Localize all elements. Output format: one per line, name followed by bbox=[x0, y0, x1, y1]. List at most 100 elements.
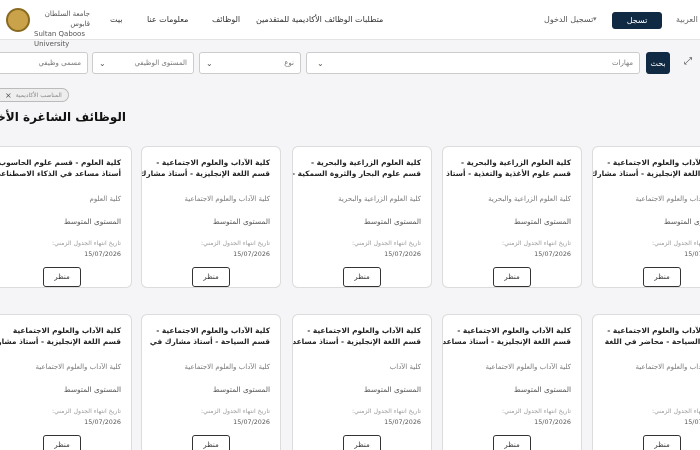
deadline-label: تاريخ انتهاء الجدول الزمني: bbox=[352, 240, 421, 247]
job-title-line1: كلية العلوم الزراعية والبحرية - bbox=[310, 158, 421, 167]
job-level: دخول bbox=[603, 385, 700, 394]
job-level: المستوى المتوسط bbox=[63, 217, 121, 226]
job-title-line2: قسم علوم البحار والثروة السمكية - bbox=[292, 169, 421, 178]
nav-home[interactable]: بيت bbox=[110, 15, 123, 24]
chevron-down-icon[interactable]: ▾ bbox=[593, 15, 597, 23]
deadline-label: تاريخ انتهاء الجدول الزمني: bbox=[52, 240, 121, 247]
job-title[interactable]: كلية الآداب والعلوم الاجتماعية - قسم اللغ… bbox=[443, 325, 571, 349]
job-title-line1: كلية الآداب والعلوم الاجتماعية - bbox=[156, 158, 270, 167]
job-college: كلية العلوم الزراعية والبحرية bbox=[488, 195, 571, 203]
nav-about[interactable]: معلومات عنا bbox=[147, 15, 188, 24]
search-filter-bar: مسمى وظيفي ⌄ المستوى الوظيفي ⌄ نوع ⌄ مها… bbox=[0, 52, 700, 76]
job-title-line2: قسم اللغة الإنجليزية - أستاذ مشارك bbox=[0, 337, 121, 346]
job-college: كلية الآداب والعلوم الاجتماعية bbox=[184, 363, 270, 371]
job-card[interactable]: كلية العلوم الزراعية والبحرية - قسم علوم … bbox=[442, 146, 582, 288]
deadline-label: تاريخ انتهاء الجدول الزمني: bbox=[201, 408, 270, 415]
job-type-placeholder: نوع bbox=[284, 59, 294, 67]
job-title-line1: كلية الآداب والعلوم الاجتماعية - bbox=[457, 326, 571, 335]
job-card[interactable]: كلية الآداب والعلوم الاجتماعية - قسم السي… bbox=[141, 314, 281, 450]
language-switch[interactable]: العربية bbox=[676, 15, 698, 24]
job-card[interactable]: كلية الآداب والعلوم الاجتماعية - قسم اللغ… bbox=[592, 146, 700, 288]
job-title-line2: قسم السياحة - أستاذ مشارك في bbox=[149, 337, 270, 346]
job-card[interactable]: كلية الآداب والعلوم الاجتماعية - قسم اللغ… bbox=[292, 314, 432, 450]
job-title[interactable]: كلية العلوم الزراعية والبحرية - قسم علوم … bbox=[446, 157, 571, 181]
chevron-down-icon: ⌄ bbox=[99, 59, 106, 68]
job-college: كلية الآداب والعلوم الاجتماعية bbox=[184, 195, 270, 203]
job-title[interactable]: كلية الآداب والعلوم الاجتماعية قسم اللغة … bbox=[0, 325, 121, 349]
view-button[interactable]: منظر bbox=[343, 267, 381, 287]
chevron-down-icon: ⌄ bbox=[206, 59, 213, 68]
deadline-date: 15/07/2026 bbox=[384, 250, 421, 258]
skills-placeholder: مهارات bbox=[611, 59, 633, 67]
job-card[interactable]: كلية الآداب والعلوم الاجتماعية - قسم اللغ… bbox=[442, 314, 582, 450]
deadline-label: تاريخ انتهاء الجدول الزمني: bbox=[652, 408, 700, 415]
job-type-select[interactable]: ⌄ نوع bbox=[199, 52, 301, 74]
job-level-placeholder: المستوى الوظيفي bbox=[134, 59, 187, 67]
job-title-line2: قسم اللغة الإنجليزية - أستاذ مشارك bbox=[592, 169, 700, 178]
job-title-placeholder: مسمى وظيفي bbox=[38, 59, 81, 67]
job-title[interactable]: كلية الآداب والعلوم الاجتماعية - قسم اللغ… bbox=[592, 157, 700, 181]
filter-chip[interactable]: المناصب الأكاديمية × bbox=[0, 88, 69, 102]
job-title-line2: قسم علوم الأغذية والتغذية - أستاذ bbox=[446, 169, 571, 178]
signup-button[interactable]: تسجل bbox=[612, 12, 662, 29]
login-link[interactable]: تسجيل الدخول bbox=[544, 15, 593, 24]
job-level: المستوى المتوسط bbox=[513, 217, 571, 226]
job-title-line1: كلية الآداب والعلوم الاجتماعية - bbox=[607, 326, 700, 335]
view-button[interactable]: منظر bbox=[43, 435, 81, 450]
job-title[interactable]: كلية العلوم الزراعية والبحرية - قسم علوم … bbox=[292, 157, 421, 181]
chevron-down-icon: ⌄ bbox=[317, 59, 324, 68]
deadline-label: تاريخ انتهاء الجدول الزمني: bbox=[502, 408, 571, 415]
job-college: كلية العلوم bbox=[89, 195, 121, 203]
view-button[interactable]: منظر bbox=[643, 267, 681, 287]
view-button[interactable]: منظر bbox=[192, 435, 230, 450]
job-title-line1: كلية الآداب والعلوم الاجتماعية - bbox=[156, 326, 270, 335]
job-title-line1: كلية الآداب والعلوم الاجتماعية bbox=[12, 326, 121, 335]
job-level: المستوى المتوسط bbox=[212, 385, 270, 394]
deadline-label: تاريخ انتهاء الجدول الزمني: bbox=[201, 240, 270, 247]
job-level: المستوى المتوسط bbox=[513, 385, 571, 394]
skills-input[interactable]: ⌄ مهارات bbox=[306, 52, 640, 74]
view-button[interactable]: منظر bbox=[343, 435, 381, 450]
deadline-date: 15/07/2026 bbox=[534, 250, 571, 258]
view-button[interactable]: منظر bbox=[493, 267, 531, 287]
deadline-date: 15/07/2026 bbox=[84, 418, 121, 426]
view-button[interactable]: منظر bbox=[192, 267, 230, 287]
logo-text: جامعة السلطان قابوس Sultan Qaboos Univer… bbox=[34, 10, 90, 48]
nav-jobs[interactable]: الوظائف bbox=[212, 15, 240, 24]
job-card[interactable]: كلية العلوم - قسم علوم الحاسوب - أستاذ مس… bbox=[0, 146, 132, 288]
view-button[interactable]: منظر bbox=[43, 267, 81, 287]
close-icon[interactable]: × bbox=[5, 91, 12, 100]
job-college: كلية الآداب والعلوم الاجتماعية bbox=[485, 363, 571, 371]
nav-requirements[interactable]: متطلبات الوظائف الأكاديمية للمتقدمين bbox=[256, 15, 383, 24]
view-button[interactable]: منظر bbox=[493, 435, 531, 450]
job-card[interactable]: كلية الآداب والعلوم الاجتماعية - قسم اللغ… bbox=[141, 146, 281, 288]
search-button[interactable]: بحث bbox=[646, 52, 670, 74]
job-title-line2: قسم اللغة الإنجليزية - أستاذ مساعد bbox=[292, 337, 421, 346]
job-title-line1: كلية الآداب والعلوم الاجتماعية - bbox=[607, 158, 700, 167]
job-title[interactable]: كلية الآداب والعلوم الاجتماعية - قسم السي… bbox=[149, 325, 270, 349]
university-logo[interactable] bbox=[6, 8, 30, 32]
filter-chip-label: المناصب الأكاديمية bbox=[15, 91, 62, 99]
job-college: كلية الآداب bbox=[389, 363, 421, 371]
job-card[interactable]: كلية الآداب والعلوم الاجتماعية - قسم السي… bbox=[592, 314, 700, 450]
page-title: الوظائف الشاغرة الأخيرة bbox=[0, 110, 126, 124]
job-level: المستوى المتوسط bbox=[212, 217, 270, 226]
job-college: كلية الآداب والعلوم الاجتماعية bbox=[635, 363, 700, 371]
job-card[interactable]: كلية الآداب والعلوم الاجتماعية قسم اللغة … bbox=[0, 314, 132, 450]
job-title[interactable]: كلية الآداب والعلوم الاجتماعية - قسم السي… bbox=[603, 325, 700, 349]
expand-icon[interactable]: ⤢ bbox=[684, 56, 692, 67]
job-card[interactable]: كلية العلوم الزراعية والبحرية - قسم علوم … bbox=[292, 146, 432, 288]
job-title[interactable]: كلية الآداب والعلوم الاجتماعية - قسم اللغ… bbox=[142, 157, 270, 181]
job-college: كلية الآداب والعلوم الاجتماعية bbox=[635, 195, 700, 203]
job-title-field[interactable]: مسمى وظيفي bbox=[0, 52, 88, 74]
job-level-select[interactable]: ⌄ المستوى الوظيفي bbox=[92, 52, 194, 74]
deadline-date: 15/07/2026 bbox=[384, 418, 421, 426]
view-button[interactable]: منظر bbox=[643, 435, 681, 450]
job-title-line1: كلية الآداب والعلوم الاجتماعية - bbox=[307, 326, 421, 335]
job-title[interactable]: كلية الآداب والعلوم الاجتماعية - قسم اللغ… bbox=[292, 325, 421, 349]
deadline-label: تاريخ انتهاء الجدول الزمني: bbox=[502, 240, 571, 247]
job-college: كلية الآداب والعلوم الاجتماعية bbox=[35, 363, 121, 371]
job-title[interactable]: كلية العلوم - قسم علوم الحاسوب - أستاذ مس… bbox=[0, 157, 121, 181]
deadline-date: 15/07/2026 bbox=[233, 418, 270, 426]
deadline-date: 15/07/2026 bbox=[534, 418, 571, 426]
